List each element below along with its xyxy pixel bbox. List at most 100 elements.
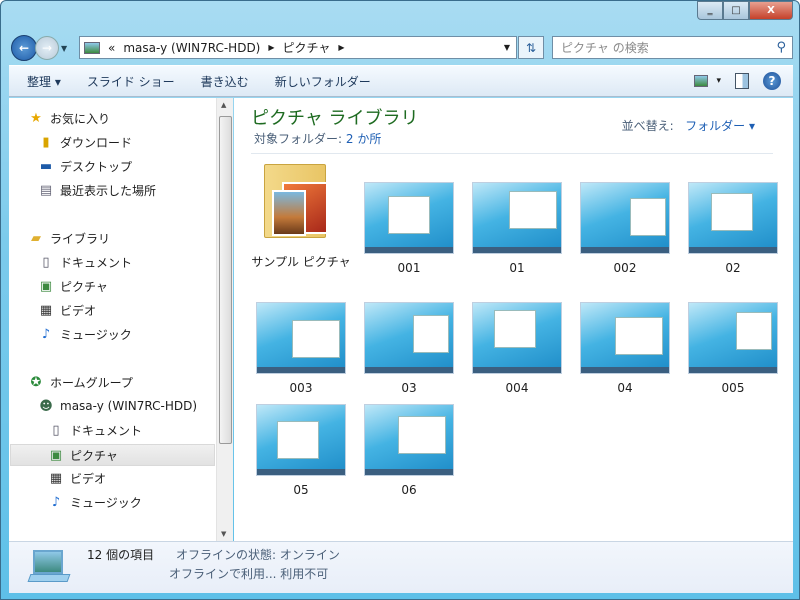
pictures-icon: ▣ [39, 279, 53, 294]
item-label: 06 [401, 483, 417, 497]
user-icon: ☻ [39, 398, 53, 414]
nav-pictures[interactable]: ▣ ピクチャ [38, 278, 108, 295]
nav-user[interactable]: ☻ masa-y (WIN7RC-HDD) [38, 398, 197, 414]
item-label: 01 [509, 261, 525, 275]
nav-libraries[interactable]: ▰ ライブラリ [28, 230, 110, 247]
preview-pane-button[interactable] [735, 73, 749, 89]
library-icon: ▰ [31, 231, 41, 246]
image-thumbnail [256, 404, 346, 476]
nav-desktop[interactable]: ▬ デスクトップ [38, 158, 132, 175]
nav-label: ミュージック [70, 496, 142, 510]
arrange-label: 並べ替え: [621, 119, 674, 133]
image-item[interactable]: 005 [683, 302, 783, 397]
star-icon: ★ [30, 111, 42, 126]
pictures-icon: ▣ [49, 447, 63, 463]
breadcrumb-arrow-icon[interactable]: ▶ [268, 43, 274, 52]
arrow-left-icon: ← [18, 41, 30, 55]
locations-link[interactable]: 2 か所 [346, 132, 381, 146]
nav-downloads[interactable]: ▮ ダウンロード [38, 134, 132, 151]
view-icon [694, 75, 709, 87]
nav-music[interactable]: ♪ ミュージック [38, 326, 132, 343]
nav-videos[interactable]: ▦ ビデオ [38, 302, 96, 319]
folder-item[interactable]: サンプル ピクチャ [251, 160, 351, 271]
organize-button[interactable]: 整理 ▾ [9, 73, 74, 90]
overflow-chevron[interactable]: « [108, 41, 115, 55]
homegroup-icon: ✪ [30, 375, 42, 390]
breadcrumb-arrow-icon[interactable]: ▶ [338, 43, 344, 52]
computer-icon [27, 550, 71, 584]
breadcrumb-pictures[interactable]: ピクチャ [283, 39, 331, 56]
image-item[interactable]: 04 [575, 302, 675, 397]
image-item[interactable]: 004 [467, 302, 567, 397]
nav-homegroup[interactable]: ✪ ホームグループ [28, 374, 133, 391]
burn-button[interactable]: 書き込む [188, 73, 262, 90]
view-dropdown-arrow: ▾ [716, 76, 721, 86]
forward-button[interactable]: → [35, 36, 59, 60]
close-button[interactable]: X [749, 1, 793, 20]
divider [251, 153, 773, 154]
image-item[interactable]: 02 [683, 182, 783, 277]
image-item[interactable]: 01 [467, 182, 567, 277]
image-thumbnail [688, 302, 778, 374]
recent-places-icon: ▤ [39, 183, 53, 198]
search-input[interactable]: ピクチャ の検索 ⚲ [552, 36, 793, 59]
item-label: 004 [505, 381, 529, 395]
nav-label: ドキュメント [60, 256, 133, 270]
nav-hg-music[interactable]: ♪ ミュージック [48, 494, 142, 511]
nav-label: デスクトップ [60, 160, 133, 174]
nav-label: ピクチャ [70, 448, 118, 463]
image-item[interactable]: 05 [251, 404, 351, 499]
details-pane: 12 個の項目 オフラインの状態: オンライン オフラインで利用... 利用不可 [9, 541, 793, 593]
scroll-down-icon[interactable]: ▼ [221, 530, 226, 538]
breadcrumb-user[interactable]: masa-y (WIN7RC-HDD) [123, 41, 260, 55]
music-icon: ♪ [41, 327, 51, 342]
library-locations: 対象フォルダー: 2 か所 [254, 130, 381, 147]
nav-recent[interactable]: ▤ 最近表示した場所 [38, 182, 156, 199]
refresh-button[interactable]: ⇅ [518, 36, 544, 59]
image-thumbnail [364, 404, 454, 476]
nav-label: ダウンロード [60, 136, 133, 150]
nav-label: ドキュメント [70, 424, 143, 438]
offline-availability: オフラインで利用... 利用不可 [169, 567, 329, 581]
image-item[interactable]: 001 [359, 182, 459, 277]
maximize-button[interactable]: □ [723, 1, 749, 20]
item-label: サンプル ピクチャ [251, 255, 351, 269]
back-button[interactable]: ← [11, 35, 37, 61]
help-button[interactable]: ? [763, 72, 781, 90]
nav-hg-videos[interactable]: ▦ ビデオ [48, 470, 106, 487]
slideshow-button[interactable]: スライド ショー [74, 73, 188, 90]
new-folder-button[interactable]: 新しいフォルダー [262, 73, 384, 90]
offline-status: オフラインの状態: オンライン [176, 548, 340, 562]
nav-documents[interactable]: ▯ ドキュメント [38, 254, 132, 271]
search-icon[interactable]: ⚲ [776, 40, 786, 55]
address-dropdown-icon[interactable]: ▼ [504, 43, 510, 52]
document-icon: ▯ [42, 255, 50, 270]
image-item[interactable]: 03 [359, 302, 459, 397]
desktop-icon: ▬ [39, 159, 53, 174]
nav-label: ビデオ [60, 304, 97, 318]
address-bar[interactable]: « masa-y (WIN7RC-HDD) ▶ ピクチャ ▶ ▼ [79, 36, 517, 59]
image-thumbnail [364, 302, 454, 374]
item-label: 002 [613, 261, 637, 275]
navigation-pane: ★ お気に入り ▮ ダウンロード ▬ デスクトップ ▤ 最近表示した場所 ▰ ライブラリ … [9, 98, 233, 541]
change-view-button[interactable]: ▾ [694, 75, 721, 87]
image-item[interactable]: 003 [251, 302, 351, 397]
scrollbar-thumb[interactable] [219, 116, 232, 444]
minimize-button[interactable]: ‗ [697, 1, 723, 20]
nav-hg-documents[interactable]: ▯ ドキュメント [48, 422, 142, 439]
nav-scrollbar[interactable]: ▲ ▼ [216, 98, 233, 541]
image-thumbnail [580, 182, 670, 254]
image-item[interactable]: 06 [359, 404, 459, 499]
image-thumbnail [472, 182, 562, 254]
video-icon: ▦ [49, 471, 63, 486]
arrange-dropdown[interactable]: フォルダー ▾ [685, 119, 755, 133]
recent-pages-dropdown[interactable]: ▼ [61, 44, 67, 53]
nav-label: ミュージック [60, 328, 132, 342]
search-placeholder: ピクチャ の検索 [561, 41, 649, 55]
nav-favorites[interactable]: ★ お気に入り [28, 110, 110, 127]
image-thumbnail [580, 302, 670, 374]
image-item[interactable]: 002 [575, 182, 675, 277]
command-bar: 整理 ▾ スライド ショー 書き込む 新しいフォルダー ▾ ? [9, 65, 793, 97]
scroll-up-icon[interactable]: ▲ [221, 101, 226, 109]
nav-hg-pictures[interactable]: ▣ ピクチャ [10, 444, 215, 466]
